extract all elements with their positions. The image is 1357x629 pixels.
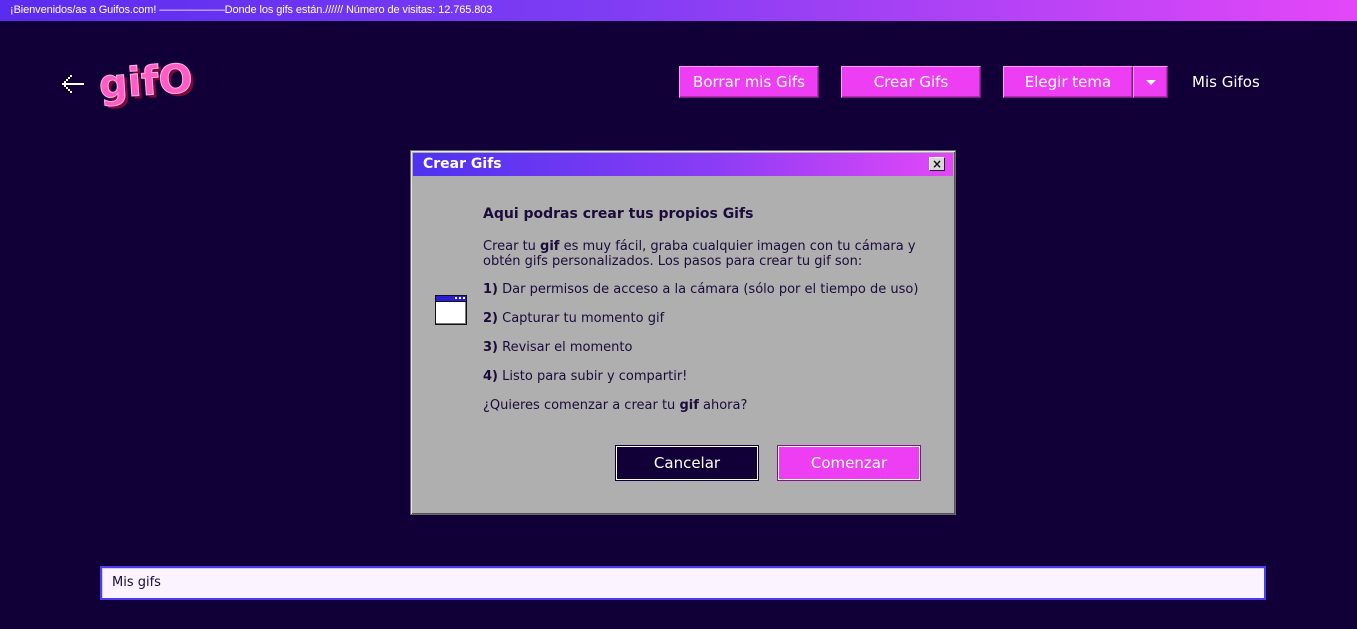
- my-gifos-link[interactable]: Mis Gifos: [1192, 66, 1260, 98]
- my-gifs-bar[interactable]: Mis gifs: [100, 566, 1266, 600]
- cancel-button[interactable]: Cancelar: [616, 446, 758, 480]
- window-icon: [435, 295, 467, 325]
- close-icon[interactable]: ×: [929, 157, 945, 171]
- welcome-marquee: ¡Bienvenidos/as a Guifos.com! ——————Dond…: [0, 0, 1357, 21]
- dialog-title: Crear Gifs: [423, 156, 502, 172]
- my-gifos-label: Mis Gifos: [1192, 73, 1260, 91]
- arrow-left-icon[interactable]: [58, 70, 86, 98]
- my-gifs-label: Mis gifs: [112, 575, 161, 590]
- close-symbol: ×: [931, 157, 943, 171]
- choose-theme-button[interactable]: Elegir tema: [1003, 66, 1133, 98]
- dialog-question: ¿Quieres comenzar a crear tu gif ahora?: [483, 398, 748, 413]
- marquee-text: ¡Bienvenidos/as a Guifos.com! ——————Dond…: [10, 4, 493, 16]
- step-3: 3) Revisar el momento: [483, 340, 633, 355]
- step-1: 1) Dar permisos de acceso a la cámara (s…: [483, 282, 919, 297]
- logo-text: gifOS: [98, 58, 194, 108]
- start-button[interactable]: Comenzar: [778, 446, 920, 480]
- chevron-down-icon: [1145, 80, 1156, 85]
- create-gifs-label: Crear Gifs: [873, 73, 949, 91]
- cancel-label: Cancelar: [653, 454, 721, 472]
- dialog-titlebar: Crear Gifs ×: [413, 153, 953, 176]
- step-2: 2) Capturar tu momento gif: [483, 311, 665, 326]
- delete-gifs-button[interactable]: Borrar mis Gifs: [679, 66, 819, 98]
- step-4: 4) Listo para subir y compartir!: [483, 369, 688, 384]
- delete-gifs-label: Borrar mis Gifs: [693, 73, 805, 91]
- create-gifs-dialog: Crear Gifs × Aqui podras crear tus propi…: [410, 150, 956, 515]
- start-label: Comenzar: [810, 454, 888, 472]
- choose-theme-label: Elegir tema: [1024, 73, 1112, 91]
- gifos-logo[interactable]: gifOS gifOS: [98, 58, 194, 110]
- dialog-intro: Crear tu gif es muy fácil, graba cualqui…: [483, 239, 916, 269]
- create-gifs-button[interactable]: Crear Gifs: [841, 66, 981, 98]
- dialog-heading: Aqui podras crear tus propios Gifs: [483, 206, 754, 222]
- dialog-body: Aqui podras crear tus propios Gifs Crear…: [483, 205, 933, 413]
- theme-dropdown-button[interactable]: [1133, 66, 1168, 98]
